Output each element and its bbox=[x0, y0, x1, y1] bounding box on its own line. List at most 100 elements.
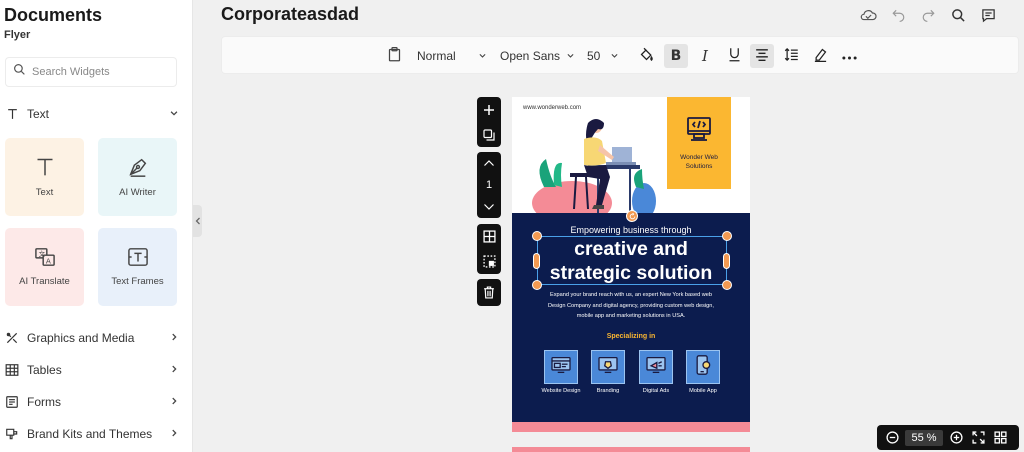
service-website-design-tile[interactable] bbox=[544, 350, 578, 384]
delete-tool bbox=[477, 279, 501, 306]
flyer-pink-strip bbox=[512, 422, 750, 432]
resize-handle-left[interactable] bbox=[533, 253, 540, 269]
paragraph-style-value: Normal bbox=[417, 49, 456, 63]
tile-text[interactable]: Text bbox=[5, 138, 84, 216]
resize-handle-bottom-right[interactable] bbox=[722, 280, 732, 290]
zoom-unit: % bbox=[926, 431, 937, 444]
body-line: Design Company and digital agency, provi… bbox=[548, 302, 714, 309]
sidebar-collapse-handle[interactable] bbox=[193, 205, 202, 237]
graphics-icon bbox=[4, 331, 20, 345]
chevron-right-icon bbox=[169, 428, 179, 441]
selection-box bbox=[537, 236, 727, 285]
font-size-value: 50 bbox=[587, 49, 601, 63]
font-family-select[interactable]: Open Sans bbox=[500, 44, 575, 68]
clipboard-icon bbox=[388, 47, 401, 65]
text-t-icon bbox=[4, 107, 20, 121]
resize-handle-top-right[interactable] bbox=[722, 231, 732, 241]
chevron-down-icon bbox=[169, 108, 179, 121]
more-horizontal-icon bbox=[841, 49, 857, 63]
fill-color-button[interactable] bbox=[634, 44, 658, 68]
undo-icon[interactable] bbox=[888, 5, 908, 25]
font-size-select[interactable]: 50 bbox=[587, 44, 619, 68]
pen-nib-icon bbox=[127, 156, 149, 181]
flyer-page[interactable]: www.wonderweb.com Wonder Web Solutions E… bbox=[512, 97, 750, 432]
align-center-button[interactable] bbox=[750, 44, 774, 68]
tile-ai-translate[interactable]: 文A AI Translate bbox=[5, 228, 84, 306]
duplicate-page-icon[interactable] bbox=[477, 124, 501, 146]
line-spacing-icon bbox=[784, 47, 799, 65]
svg-text:文: 文 bbox=[38, 249, 45, 258]
zoom-out-icon[interactable] bbox=[881, 427, 903, 449]
fit-screen-icon[interactable] bbox=[967, 427, 989, 449]
table-icon bbox=[4, 363, 20, 377]
next-page-edge[interactable] bbox=[512, 447, 750, 452]
zoom-level[interactable]: 55 % bbox=[905, 429, 943, 446]
section-text[interactable]: Text bbox=[4, 104, 179, 124]
zoom-value: 55 bbox=[911, 431, 924, 444]
sidebar: Documents Flyer Text Text AI Writer 文A A… bbox=[0, 0, 193, 452]
more-options-button[interactable] bbox=[837, 44, 861, 68]
section-forms[interactable]: Forms bbox=[4, 392, 179, 412]
highlighter-icon bbox=[813, 47, 828, 65]
section-graphics-media[interactable]: Graphics and Media bbox=[4, 328, 179, 348]
tile-ai-writer[interactable]: AI Writer bbox=[98, 138, 177, 216]
service-mobile-app-tile[interactable] bbox=[686, 350, 720, 384]
chevron-down-icon bbox=[478, 51, 487, 62]
service-digital-ads-tile[interactable] bbox=[639, 350, 673, 384]
paragraph-style-select[interactable]: Normal bbox=[417, 44, 487, 68]
chevron-right-icon bbox=[169, 364, 179, 377]
align-center-icon bbox=[755, 48, 769, 64]
grid-view-icon[interactable] bbox=[989, 427, 1011, 449]
underline-button[interactable] bbox=[722, 44, 746, 68]
person-at-desk-illustration[interactable] bbox=[526, 117, 666, 213]
flyer-tagline[interactable]: Empowering business through bbox=[512, 225, 750, 235]
document-title[interactable]: Corporateasdad bbox=[221, 4, 359, 25]
line-spacing-button[interactable] bbox=[779, 44, 803, 68]
tile-text-frames[interactable]: Text Frames bbox=[98, 228, 177, 306]
service-branding-tile[interactable] bbox=[591, 350, 625, 384]
text-frame-icon bbox=[127, 247, 149, 270]
app-title: Documents bbox=[4, 5, 103, 25]
translate-icon: 文A bbox=[34, 247, 56, 270]
section-label: Graphics and Media bbox=[27, 331, 135, 345]
search-input[interactable] bbox=[32, 66, 162, 78]
italic-button[interactable]: I bbox=[693, 44, 717, 68]
tile-label: AI Translate bbox=[19, 276, 70, 287]
search-icon[interactable] bbox=[948, 5, 968, 25]
section-tables[interactable]: Tables bbox=[4, 360, 179, 380]
chevron-up-icon[interactable] bbox=[477, 152, 501, 174]
search-box[interactable] bbox=[5, 57, 177, 87]
comment-icon[interactable] bbox=[978, 5, 998, 25]
service-label[interactable]: Mobile App bbox=[673, 388, 733, 394]
cloud-save-icon[interactable] bbox=[858, 5, 878, 25]
layout-tools bbox=[477, 224, 501, 274]
select-area-icon[interactable] bbox=[477, 251, 501, 273]
plus-icon[interactable] bbox=[477, 99, 501, 121]
highlight-button[interactable] bbox=[808, 44, 832, 68]
formatting-toolbar: Normal Open Sans 50 B I bbox=[221, 36, 1019, 74]
page-navigation: 1 bbox=[477, 152, 501, 218]
tile-label: Text bbox=[35, 187, 54, 198]
resize-handle-bottom-left[interactable] bbox=[532, 280, 542, 290]
specializing-title[interactable]: Specializing in bbox=[512, 333, 750, 340]
flyer-body-text[interactable]: Expand your brand reach with us, an expe… bbox=[538, 290, 724, 322]
resize-handle-right[interactable] bbox=[723, 253, 730, 269]
paste-style-button[interactable] bbox=[382, 44, 406, 68]
trash-icon[interactable] bbox=[477, 282, 501, 304]
zoom-in-icon[interactable] bbox=[945, 427, 967, 449]
grid-layout-icon[interactable] bbox=[477, 226, 501, 248]
add-page-toolbar bbox=[477, 97, 501, 147]
mobile-app-icon bbox=[694, 354, 712, 380]
flyer-url[interactable]: www.wonderweb.com bbox=[523, 105, 581, 111]
bold-button[interactable]: B bbox=[664, 44, 688, 68]
search-icon bbox=[13, 63, 26, 81]
redo-icon[interactable] bbox=[918, 5, 938, 25]
section-brand-kits[interactable]: Brand Kits and Themes bbox=[4, 424, 179, 444]
resize-handle-top-left[interactable] bbox=[532, 231, 542, 241]
brand-logo-box[interactable]: Wonder Web Solutions bbox=[667, 97, 731, 189]
chevron-down-icon[interactable] bbox=[477, 196, 501, 218]
body-line: mobile app and marketing solutions in US… bbox=[576, 313, 686, 319]
brand-name: Wonder Web Solutions bbox=[680, 153, 718, 170]
rotate-handle[interactable] bbox=[626, 210, 638, 222]
chevron-down-icon bbox=[610, 51, 619, 62]
